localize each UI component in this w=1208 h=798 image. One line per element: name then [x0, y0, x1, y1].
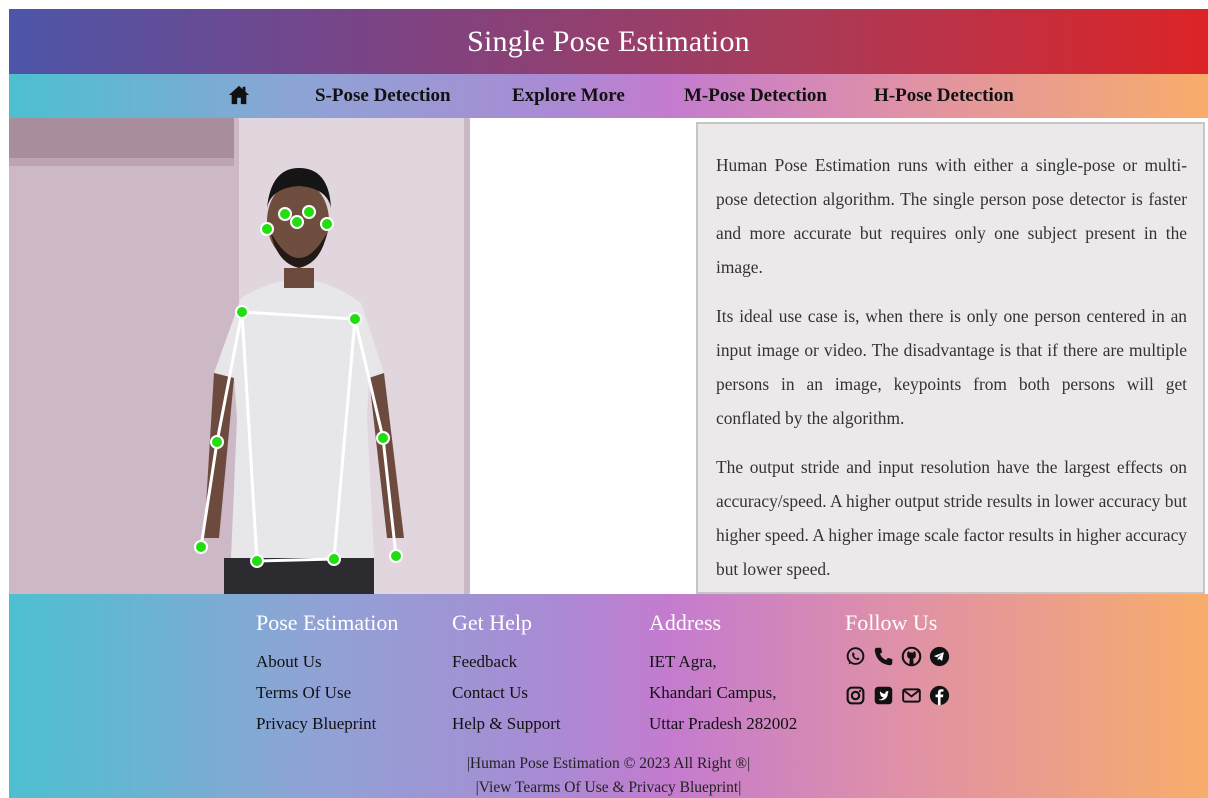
phone-icon[interactable] [873, 646, 894, 667]
github-icon[interactable] [901, 646, 922, 667]
social-icons-row [845, 646, 950, 667]
footer-link-contact-us[interactable]: Contact Us [452, 677, 561, 708]
footer-link-privacy-blueprint[interactable]: Privacy Blueprint [256, 708, 398, 739]
footer: Pose Estimation About Us Terms Of Use Pr… [9, 594, 1208, 798]
description-panel: Human Pose Estimation runs with either a… [696, 122, 1205, 594]
nav-s-pose-detection[interactable]: S-Pose Detection [315, 85, 451, 107]
whatsapp-icon[interactable] [845, 646, 866, 667]
copyright-text: |Human Pose Estimation © 2023 All Right … [466, 755, 751, 772]
footer-link-about-us[interactable]: About Us [256, 646, 398, 677]
nav-explore-more[interactable]: Explore More [512, 85, 625, 107]
address-line: Khandari Campus, [649, 683, 777, 702]
footer-col-get-help: Get Help Feedback Contact Us Help & Supp… [452, 610, 561, 739]
footer-col-follow-us: Follow Us [845, 610, 950, 706]
description-paragraph: Its ideal use case is, when there is onl… [716, 306, 1187, 428]
title-bar: Single Pose Estimation [9, 9, 1208, 74]
footer-link-feedback[interactable]: Feedback [452, 646, 561, 677]
copyright: |Human Pose Estimation © 2023 All Right … [9, 752, 1208, 798]
social-icons-row [845, 685, 950, 706]
description-paragraph: The output stride and input resolution h… [716, 457, 1187, 579]
page-title: Single Pose Estimation [467, 24, 750, 58]
footer-link-help-support[interactable]: Help & Support [452, 708, 561, 739]
instagram-icon[interactable] [845, 685, 866, 706]
home-icon[interactable] [228, 84, 250, 106]
footer-heading: Follow Us [845, 610, 938, 635]
twitter-icon[interactable] [873, 685, 894, 706]
terms-privacy-link[interactable]: |View Tearms Of Use & Privacy Blueprint| [9, 776, 1208, 798]
nav-m-pose-detection[interactable]: M-Pose Detection [684, 85, 827, 107]
pose-canvas [9, 118, 470, 594]
footer-heading: Get Help [452, 610, 533, 635]
facebook-icon[interactable] [929, 685, 950, 706]
nav-bar: S-Pose Detection Explore More M-Pose Det… [9, 74, 1208, 118]
address-line: Uttar Pradesh 282002 [649, 714, 798, 733]
app-frame: Single Pose Estimation S-Pose Detection … [9, 9, 1208, 798]
footer-heading: Pose Estimation [256, 610, 399, 635]
footer-link-terms-of-use[interactable]: Terms Of Use [256, 677, 398, 708]
footer-col-address: Address IET Agra, Khandari Campus, Uttar… [649, 610, 797, 739]
footer-col-pose-estimation: Pose Estimation About Us Terms Of Use Pr… [256, 610, 398, 739]
pose-video-feed [9, 118, 470, 594]
nav-h-pose-detection[interactable]: H-Pose Detection [874, 85, 1014, 107]
telegram-icon[interactable] [929, 646, 950, 667]
footer-heading: Address [649, 610, 722, 635]
address-line: IET Agra, [649, 652, 717, 671]
email-icon[interactable] [901, 685, 922, 706]
description-paragraph: Human Pose Estimation runs with either a… [716, 155, 1187, 277]
